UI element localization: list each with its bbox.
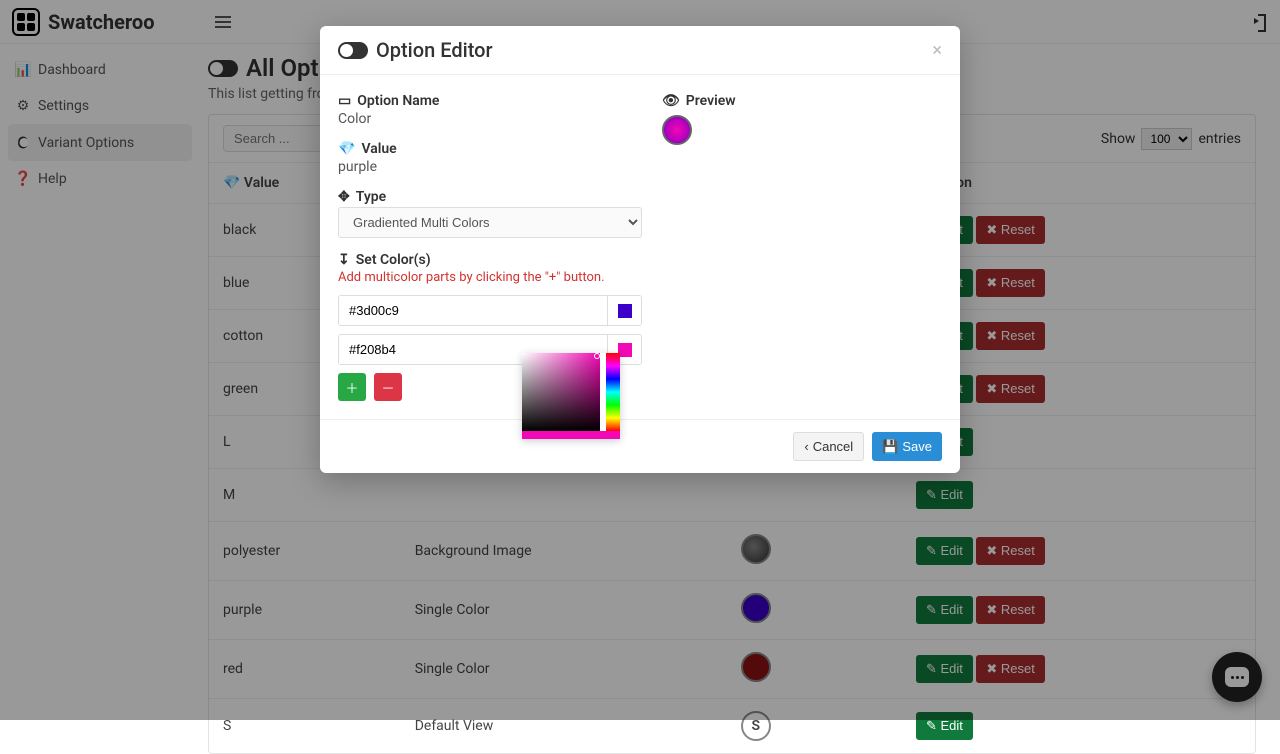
multicolor-hint: Add multicolor parts by clicking the "+"… (338, 270, 642, 285)
set-colors-label: ↧ Set Color(s) (338, 252, 642, 268)
value-value: purple (338, 159, 642, 175)
color-hex-input[interactable] (339, 296, 607, 325)
close-icon[interactable]: × (932, 40, 942, 61)
toggle-icon (338, 42, 368, 59)
color-picker-popup (522, 353, 620, 439)
color-preview-bar (522, 431, 620, 439)
value-label: 💎 Value (338, 141, 642, 157)
option-name-label: ▭ Option Name (338, 93, 642, 109)
option-editor-modal: Option Editor × ▭ Option Name Color 💎 Va… (320, 26, 960, 473)
option-name-value: Color (338, 111, 642, 127)
cancel-button[interactable]: ‹ Cancel (793, 432, 864, 461)
preview-label: 👁 Preview (662, 93, 942, 109)
save-button[interactable]: 💾 Save (872, 432, 942, 461)
hue-slider[interactable] (606, 353, 620, 431)
color-chip-button[interactable] (607, 296, 641, 325)
preview-swatch (662, 115, 692, 145)
type-label: ✥ Type (338, 189, 642, 205)
remove-color-button[interactable]: － (374, 373, 402, 401)
saturation-picker[interactable] (522, 353, 600, 431)
color-input-row (338, 295, 642, 326)
add-color-button[interactable]: ＋ (338, 373, 366, 401)
type-select[interactable]: Gradiented Multi Colors (338, 207, 642, 238)
modal-title: Option Editor (376, 38, 493, 62)
